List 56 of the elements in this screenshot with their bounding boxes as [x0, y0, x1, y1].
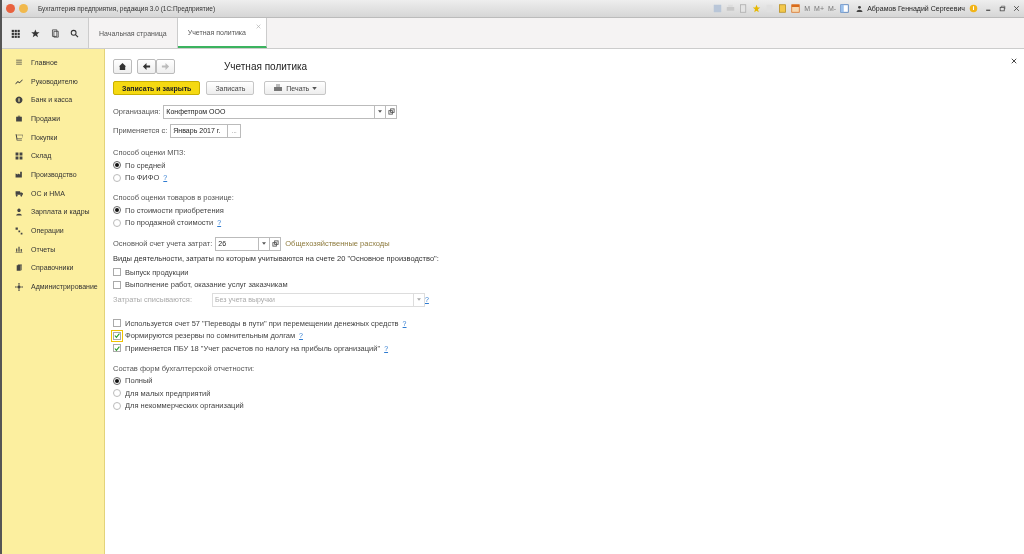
user-icon	[856, 5, 864, 12]
grid-menu-icon[interactable]	[11, 28, 20, 38]
section-icon	[15, 58, 23, 67]
section-icon	[15, 133, 23, 142]
section-icon	[15, 151, 23, 160]
section-icon	[15, 114, 23, 123]
back-button[interactable]	[137, 58, 156, 74]
dropdown-button[interactable]	[259, 236, 271, 251]
checkbox[interactable]	[113, 344, 121, 353]
radio-button[interactable]	[113, 161, 121, 170]
star-icon[interactable]	[30, 28, 40, 38]
back-arrow-icon	[142, 61, 151, 71]
printer-icon	[273, 83, 284, 93]
checkbox[interactable]	[113, 280, 121, 289]
section-icon	[15, 77, 23, 86]
menu-button[interactable]	[19, 4, 28, 13]
caret-icon	[378, 110, 383, 113]
section-icon	[15, 95, 23, 104]
favorite-icon[interactable]	[752, 4, 762, 13]
caret-icon	[262, 242, 267, 245]
search-icon[interactable]	[70, 28, 79, 38]
history-icon[interactable]	[50, 28, 60, 38]
home-icon	[118, 61, 127, 71]
restore-icon[interactable]	[999, 5, 1006, 12]
dropdown-button[interactable]	[375, 104, 387, 119]
panel-layout-icon[interactable]	[840, 4, 850, 13]
radio-button[interactable]	[113, 401, 121, 410]
checkbox[interactable]	[113, 268, 121, 277]
open-button[interactable]	[386, 104, 398, 119]
section-icon	[15, 170, 23, 179]
radio-button[interactable]	[113, 389, 121, 398]
app-logo-icon	[6, 4, 15, 13]
radio-button[interactable]	[113, 206, 121, 215]
preview-icon[interactable]	[739, 4, 749, 13]
section-icon	[15, 207, 23, 216]
radio-button[interactable]	[113, 173, 121, 182]
info-icon[interactable]	[969, 4, 978, 13]
calendar-icon[interactable]	[791, 4, 801, 13]
section-icon	[15, 282, 23, 291]
calculator-icon[interactable]	[778, 4, 788, 13]
radio-button[interactable]	[113, 218, 121, 227]
section-icon	[15, 263, 23, 272]
close-icon[interactable]	[1011, 58, 1017, 64]
close-tab-icon[interactable]	[255, 24, 261, 29]
section-icon	[15, 226, 23, 235]
section-icon	[15, 189, 23, 198]
form-title: Учетная политика	[224, 60, 308, 72]
radio-button[interactable]	[113, 376, 121, 385]
open-button[interactable]	[270, 236, 282, 251]
caret-icon	[417, 298, 421, 301]
checkbox[interactable]	[113, 319, 121, 328]
caret-icon	[312, 86, 318, 90]
home-button[interactable]	[113, 58, 132, 74]
section-icon	[15, 245, 23, 254]
forward-arrow-icon	[161, 61, 170, 71]
close-icon[interactable]	[1013, 5, 1020, 12]
